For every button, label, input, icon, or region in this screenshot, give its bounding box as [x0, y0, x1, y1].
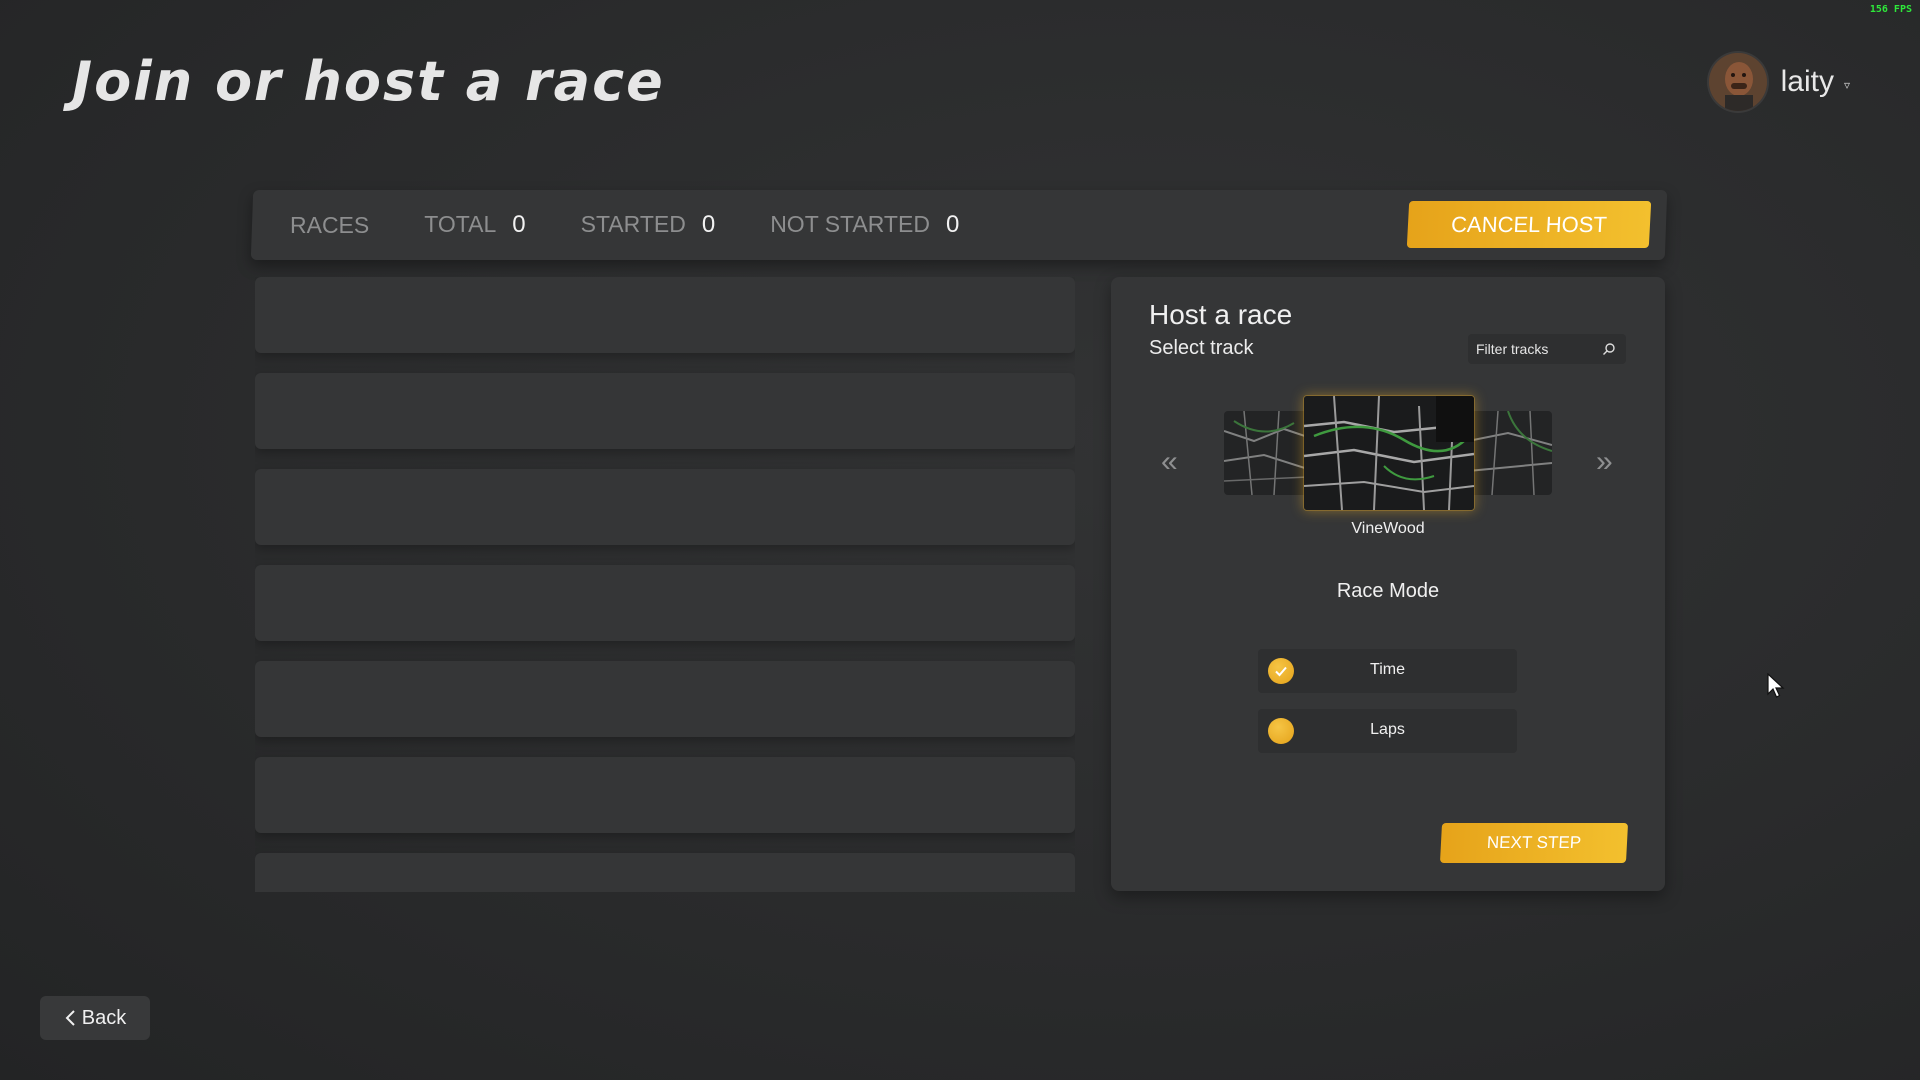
user-menu[interactable]: laity ▿ — [1708, 53, 1850, 111]
race-list-slot — [255, 661, 1075, 737]
search-icon[interactable] — [1602, 342, 1616, 356]
next-step-button[interactable]: NEXT STEP — [1439, 823, 1629, 863]
host-race-panel: Host a race Select track « » — [1111, 277, 1665, 891]
username: laity — [1780, 65, 1834, 98]
back-button[interactable]: Back — [40, 996, 150, 1040]
chevron-down-icon[interactable]: ▿ — [1844, 78, 1850, 92]
filter-tracks-input[interactable] — [1468, 340, 1602, 358]
race-list-slot — [255, 853, 1075, 892]
race-mode-label: Time — [1370, 661, 1405, 678]
race-list-slot — [255, 757, 1075, 833]
chevron-left-icon — [65, 1010, 75, 1026]
back-label: Back — [81, 1006, 127, 1029]
not-started-label: NOT STARTED — [770, 211, 930, 237]
track-thumbnail-next[interactable] — [1468, 411, 1552, 495]
track-thumbnail-previous[interactable] — [1224, 411, 1308, 495]
races-label: RACES — [290, 211, 370, 238]
page-title: Join or host a race — [72, 50, 665, 113]
fps-counter: 156 FPS — [1869, 4, 1912, 15]
track-thumbnail-selected[interactable] — [1303, 395, 1475, 511]
race-stats: RACES TOTAL 0 STARTED 0 NOT STARTED 0 — [290, 190, 1014, 260]
not-started-value: 0 — [945, 211, 960, 238]
total-label: TOTAL — [424, 211, 497, 237]
race-mode-title: Race Mode — [1336, 580, 1440, 602]
select-track-label: Select track — [1149, 337, 1254, 359]
filter-tracks[interactable] — [1468, 334, 1626, 364]
race-mode-option-time[interactable]: Time — [1258, 649, 1517, 693]
race-list — [255, 277, 1075, 892]
next-track-icon[interactable]: » — [1596, 445, 1613, 479]
total-value: 0 — [512, 211, 526, 238]
race-list-slot — [255, 277, 1075, 353]
host-panel-title: Host a race — [1149, 299, 1293, 330]
race-mode-label: Laps — [1370, 721, 1405, 738]
race-mode-option-laps[interactable]: Laps — [1258, 709, 1517, 753]
started-label: STARTED — [580, 211, 686, 237]
race-list-slot — [255, 373, 1075, 449]
mouse-cursor-icon — [1767, 673, 1785, 698]
previous-track-icon[interactable]: « — [1161, 445, 1178, 479]
cancel-host-button[interactable]: CANCEL HOST — [1406, 201, 1652, 248]
started-value: 0 — [701, 211, 716, 238]
race-list-slot — [255, 565, 1075, 641]
player-portrait-icon — [1708, 53, 1767, 111]
race-list-slot — [255, 469, 1075, 545]
selected-track-name: VineWood — [1351, 520, 1425, 537]
